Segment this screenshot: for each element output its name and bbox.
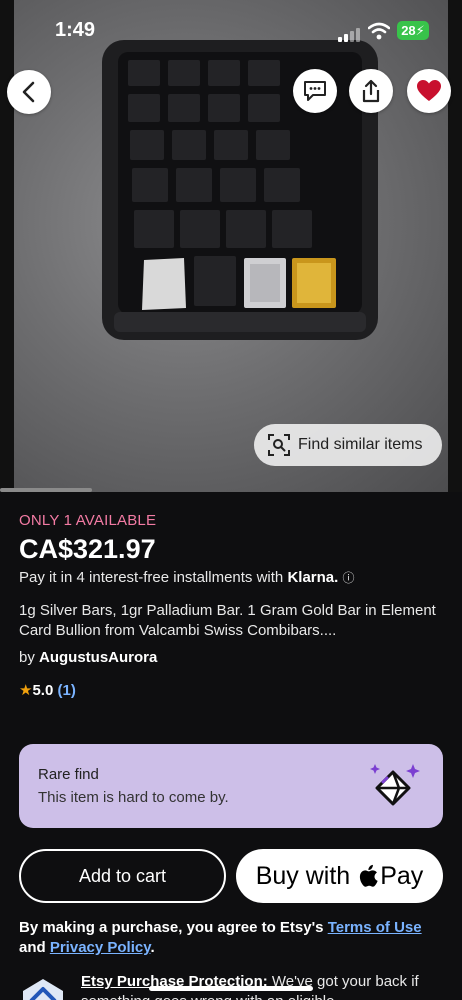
star-icon: ★ — [19, 682, 33, 699]
pay-label: Pay — [380, 861, 424, 890]
add-to-cart-label: Add to cart — [78, 865, 167, 886]
price: CA$321.97 — [19, 534, 156, 564]
klarna-logo: Klarna. — [287, 569, 339, 586]
battery-level: 28 — [401, 23, 416, 38]
chevron-left-icon — [22, 81, 35, 103]
wifi-icon — [368, 22, 390, 40]
seller-link[interactable]: by AugustusAurora — [19, 649, 157, 666]
visual-search-icon — [268, 434, 290, 456]
rare-find-banner: Rare find This item is hard to come by. — [19, 744, 443, 828]
message-icon — [304, 81, 326, 101]
back-button[interactable] — [7, 70, 51, 114]
info-icon[interactable]: ⓘ — [342, 571, 354, 585]
listing-title[interactable]: 1g Silver Bars, 1gr Palladium Bar. 1 Gra… — [19, 601, 439, 641]
heart-icon — [417, 80, 441, 101]
find-similar-label: Find similar items — [298, 436, 423, 453]
photo-edge-left — [0, 0, 14, 492]
rating-value: 5.0 — [32, 682, 54, 699]
installments-text: Pay it in 4 interest-free installments w… — [19, 569, 284, 586]
apple-logo-icon — [360, 864, 378, 887]
listing-details: ONLY 1 AVAILABLE CA$321.97 Pay it in 4 i… — [0, 492, 462, 1000]
listing-photo[interactable]: 1:49 28⚡ Find similar items — [0, 0, 462, 492]
legal-and: and — [19, 939, 46, 956]
add-to-cart-button[interactable]: Add to cart — [19, 849, 226, 903]
share-button[interactable] — [349, 69, 393, 113]
seller-name: AugustusAurora — [39, 649, 158, 666]
find-similar-button[interactable]: Find similar items — [254, 424, 442, 466]
availability-badge: ONLY 1 AVAILABLE — [19, 512, 157, 529]
buy-with-label: Buy with — [255, 861, 351, 890]
seller-prefix: by — [19, 649, 35, 666]
shield-house-icon — [23, 979, 63, 1000]
message-seller-button[interactable] — [293, 69, 337, 113]
battery-indicator: 28⚡ — [397, 21, 429, 40]
installments-info[interactable]: Pay it in 4 interest-free installments w… — [19, 569, 355, 586]
bullion-card-case-image — [102, 40, 378, 340]
status-time: 1:49 — [55, 19, 96, 41]
rating-summary[interactable]: ★5.0 (1) — [19, 681, 76, 699]
favorite-button[interactable] — [407, 69, 451, 113]
home-indicator[interactable] — [149, 986, 313, 991]
legal-notice: By making a purchase, you agree to Etsy'… — [19, 918, 443, 958]
privacy-policy-link[interactable]: Privacy Policy — [50, 939, 151, 956]
status-bar: 1:49 28⚡ — [0, 0, 462, 60]
photo-edge-right — [448, 0, 462, 492]
legal-prefix: By making a purchase, you agree to Etsy'… — [19, 919, 324, 936]
legal-suffix: . — [150, 939, 155, 956]
rare-find-heading: Rare find — [38, 766, 99, 783]
review-count: (1) — [57, 682, 76, 699]
rare-find-subtext: This item is hard to come by. — [38, 789, 229, 806]
diamond-sparkle-icon — [370, 764, 420, 806]
apple-pay-button[interactable]: Buy with Pay — [236, 849, 443, 903]
share-icon — [362, 79, 380, 103]
cellular-signal-icon — [338, 24, 362, 42]
terms-of-use-link[interactable]: Terms of Use — [328, 919, 422, 936]
